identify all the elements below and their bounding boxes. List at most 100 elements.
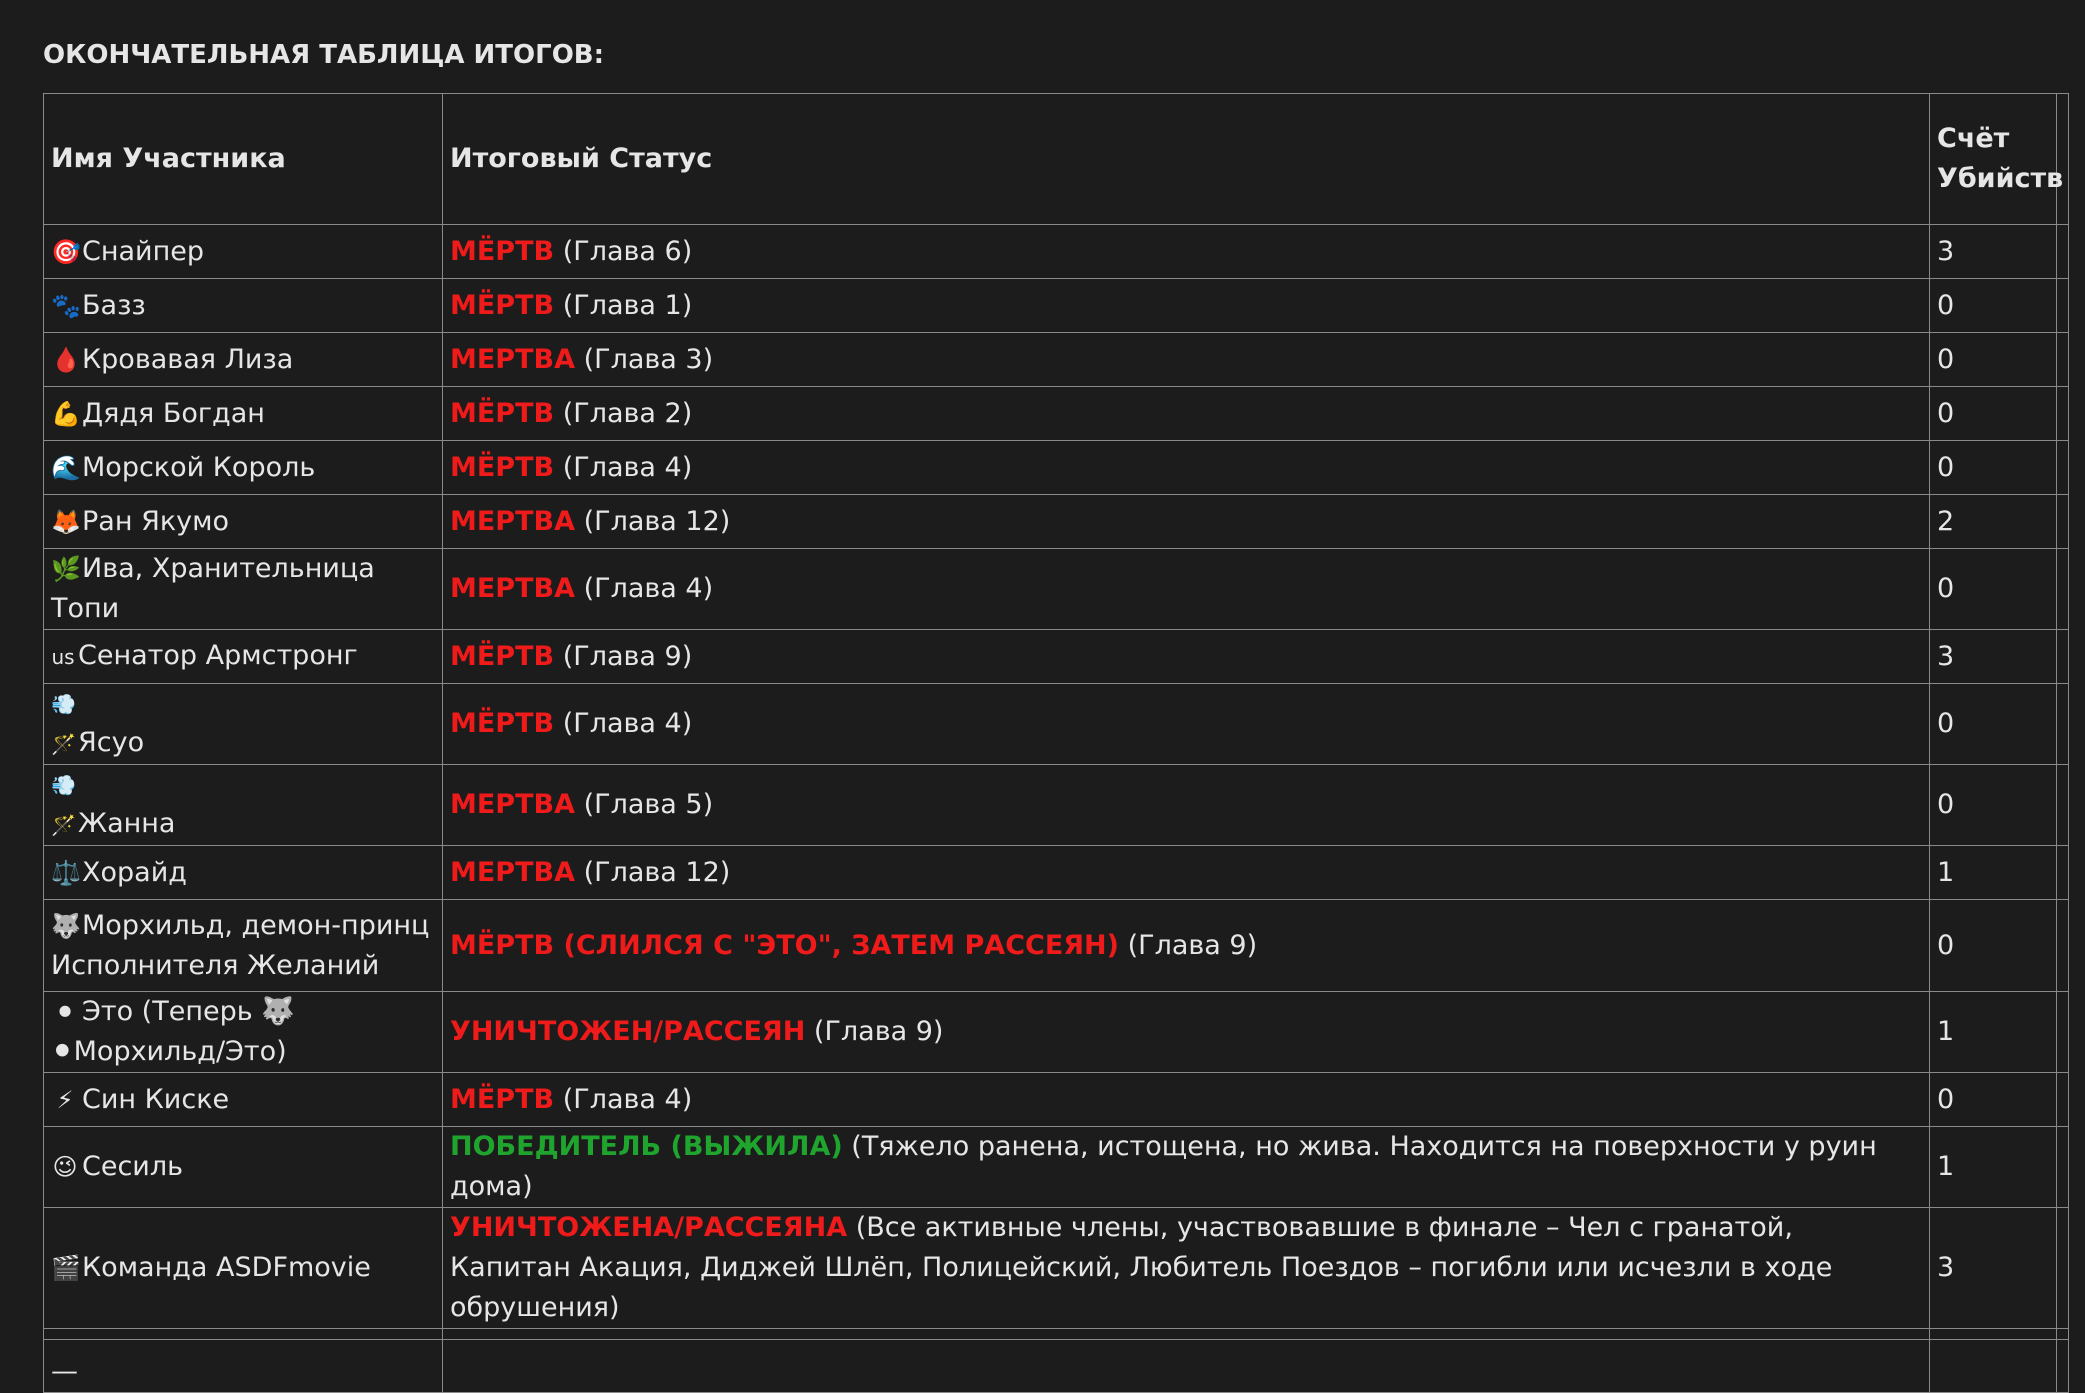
- participant-name: Снайпер: [82, 235, 205, 267]
- participant-name-cell: 💨🪄Жанна: [43, 764, 443, 846]
- wolf-icon: 🐺: [51, 911, 81, 940]
- status-badge: МЁРТВ (СЛИЛСЯ С "ЭТО", ЗАТЕМ РАССЕЯН): [450, 929, 1119, 961]
- winking-face-icon: 😉: [52, 1153, 78, 1181]
- final-status-cell: МЕРТВА (Глава 12): [442, 845, 1930, 900]
- final-status-cell: УНИЧТОЖЕНА/РАССЕЯНА (Все активные члены,…: [442, 1207, 1930, 1329]
- table-row: 🩸Кровавая Лиза МЕРТВА (Глава 3) 0: [43, 332, 2069, 387]
- status-note: (Глава 4): [562, 451, 693, 483]
- status-note: (Глава 2): [562, 397, 693, 429]
- kill-count-cell: 1: [1929, 845, 2057, 900]
- participant-name-cell: ⚫ Это (Теперь 🐺 ⚫Морхильд/Это): [43, 991, 443, 1073]
- column-header-name: Имя Участника: [43, 93, 443, 225]
- wave-icon: 🌊: [51, 453, 81, 482]
- participant-name-cell: 🩸Кровавая Лиза: [43, 332, 443, 387]
- final-status-cell: МЕРТВА (Глава 4): [442, 548, 1930, 630]
- participant-name: Ран Якумо: [82, 505, 229, 537]
- flexed-biceps-icon: 💪: [51, 399, 81, 428]
- final-status-cell: МЕРТВА (Глава 12): [442, 494, 1930, 549]
- status-badge: МЕРТВА: [450, 856, 575, 888]
- kill-count-cell: 0: [1929, 1072, 2057, 1127]
- final-status-cell: МЁРТВ (Глава 9): [442, 629, 1930, 684]
- status-note: (Глава 12): [583, 856, 731, 888]
- participant-name-cell: 💪Дядя Богдан: [43, 386, 443, 441]
- participant-name: Сесиль: [82, 1151, 184, 1182]
- kill-count-cell: 0: [1929, 899, 2057, 992]
- participant-name-cell: 😉 Сесиль: [43, 1126, 443, 1208]
- participant-name: Дядя Богдан: [82, 397, 265, 429]
- participant-name: Ясуо: [78, 727, 145, 758]
- status-badge: ПОБЕДИТЕЛЬ (ВЫЖИЛА): [450, 1131, 843, 1162]
- status-badge: МЁРТВ: [450, 397, 555, 429]
- paw-prints-icon: 🐾: [51, 291, 81, 320]
- kill-count-cell: 3: [1929, 629, 2057, 684]
- participant-name-cell: 🌿Ива, Хранительница Топи: [43, 548, 443, 630]
- kill-count-cell: 0: [1929, 548, 2057, 630]
- status-badge: МЁРТВ: [450, 1083, 555, 1115]
- status-note: (Глава 6): [562, 235, 693, 267]
- final-status-cell: МЁРТВ (Глава 2): [442, 386, 1930, 441]
- kill-count-cell: 2: [1929, 494, 2057, 549]
- participant-name: Ива, Хранительница Топи: [51, 553, 375, 624]
- status-note: (Глава 9): [1127, 929, 1258, 961]
- table-row: 🌿Ива, Хранительница Топи МЕРТВА (Глава 4)…: [43, 548, 2069, 630]
- kill-count-cell: 0: [1929, 386, 2057, 441]
- page-title: ОКОНЧАТЕЛЬНАЯ ТАБЛИЦА ИТОГОВ:: [43, 40, 605, 70]
- status-note: (Глава 5): [583, 789, 714, 820]
- table-footer-row: —: [43, 1339, 2069, 1393]
- clapper-board-icon: 🎬: [51, 1254, 81, 1282]
- table-row: 💨🪄Жанна МЕРТВА (Глава 5) 0: [43, 764, 2069, 846]
- table-row: ⚫ Это (Теперь 🐺 ⚫Морхильд/Это) УНИЧТОЖЕН/Р…: [43, 991, 2069, 1073]
- status-note: (Глава 1): [562, 289, 693, 321]
- status-badge: МЁРТВ: [450, 708, 555, 739]
- footer-mark: —: [43, 1339, 443, 1393]
- dash-wand-icon: 💨🪄: [51, 773, 76, 837]
- results-table: Имя Участника Итоговый Статус Счёт Убийс…: [43, 93, 2069, 1393]
- status-badge: МЕРТВА: [450, 789, 575, 820]
- participant-name: Сенатор Армстронг: [78, 640, 358, 671]
- status-badge: МЕРТВА: [450, 505, 575, 537]
- participant-name-cell: 🌊Морской Король: [43, 440, 443, 495]
- status-note: (Глава 4): [562, 1083, 693, 1115]
- participant-name-cell: ⚡ Син Киске: [43, 1072, 443, 1127]
- table-spacer-row: [43, 1328, 2069, 1340]
- table-row: 🐾Базз МЁРТВ (Глава 1) 0: [43, 278, 2069, 333]
- final-status-cell: МЁРТВ (Глава 4): [442, 1072, 1930, 1127]
- kill-count-cell: 0: [1929, 332, 2057, 387]
- fox-icon: 🦊: [51, 507, 81, 536]
- participant-name: Это (Теперь 🐺 ⚫Морхильд/Это): [51, 996, 295, 1067]
- participant-name: Син Киске: [82, 1083, 230, 1115]
- results-table-container: Имя Участника Итоговый Статус Счёт Убийс…: [43, 93, 2069, 1393]
- status-note: (Глава 9): [813, 1016, 944, 1047]
- status-badge: МЁРТВ: [450, 640, 555, 672]
- table-row: 💪Дядя Богдан МЁРТВ (Глава 2) 0: [43, 386, 2069, 441]
- status-note: (Глава 4): [562, 708, 693, 739]
- table-row: 💨🪄Ясуо МЁРТВ (Глава 4) 0: [43, 683, 2069, 765]
- final-status-cell: МЁРТВ (Глава 6): [442, 224, 1930, 279]
- status-note: (Глава 4): [583, 573, 714, 604]
- kill-count-cell: 1: [1929, 991, 2057, 1073]
- kill-count-cell: 1: [1929, 1126, 2057, 1208]
- table-row: 🦊Ран Якумо МЕРТВА (Глава 12) 2: [43, 494, 2069, 549]
- kill-count-cell: 0: [1929, 440, 2057, 495]
- participant-name-cell: 🎬Команда ASDFmovie: [43, 1207, 443, 1329]
- participant-name-cell: us Сенатор Армстронг: [43, 629, 443, 684]
- status-badge: УНИЧТОЖЕН/РАССЕЯН: [450, 1016, 806, 1047]
- status-note: (Глава 3): [583, 343, 714, 375]
- participant-name-cell: 🐺Морхильд, демон-принц Исполнителя Желан…: [43, 899, 443, 992]
- us-flag-icon: us: [51, 645, 75, 669]
- table-header-row: Имя Участника Итоговый Статус Счёт Убийс…: [43, 93, 2069, 225]
- participant-name-cell: 🎯Снайпер: [43, 224, 443, 279]
- participant-name: Хорайд: [82, 856, 187, 888]
- table-row: ⚡ Син Киске МЁРТВ (Глава 4) 0: [43, 1072, 2069, 1127]
- table-row: 🎯Снайпер МЁРТВ (Глава 6) 3: [43, 224, 2069, 279]
- table-row: us Сенатор Армстронг МЁРТВ (Глава 9) 3: [43, 629, 2069, 684]
- final-status-cell: МЕРТВА (Глава 3): [442, 332, 1930, 387]
- status-badge: МЕРТВА: [450, 343, 575, 375]
- kill-count-cell: 3: [1929, 1207, 2057, 1329]
- table-row: 🐺Морхильд, демон-принц Исполнителя Желан…: [43, 899, 2069, 992]
- participant-name: Жанна: [78, 808, 176, 839]
- status-badge: МЁРТВ: [450, 451, 555, 483]
- participant-name: Команда ASDFmovie: [82, 1252, 371, 1283]
- kill-count-cell: 3: [1929, 224, 2057, 279]
- participant-name: Морской Король: [82, 451, 316, 483]
